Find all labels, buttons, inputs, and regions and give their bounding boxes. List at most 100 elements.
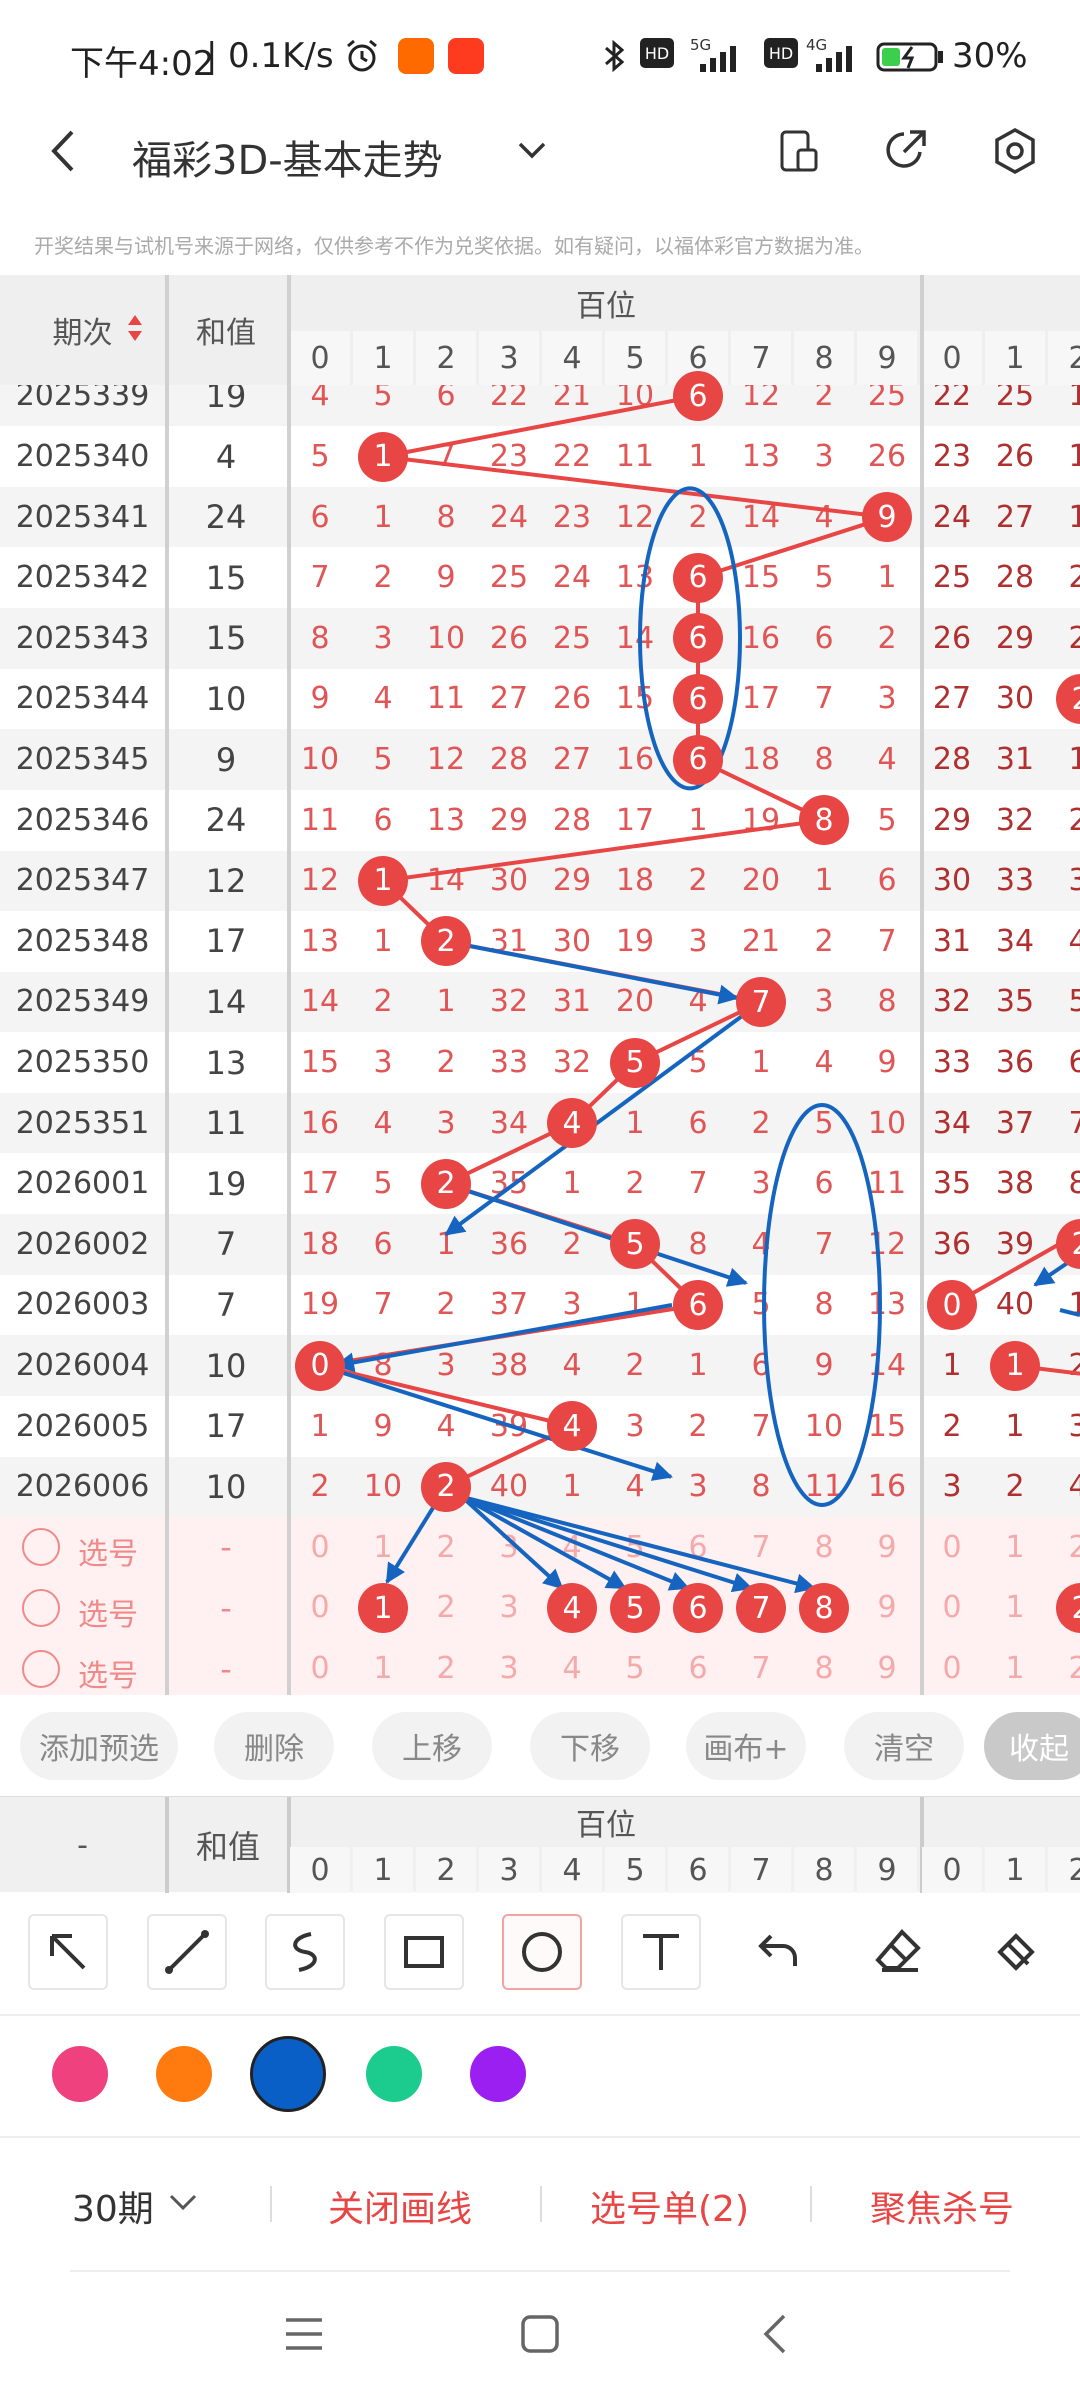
period-chevron-icon[interactable] <box>166 2190 200 2214</box>
sticky-sum-header: 和值 <box>195 1828 260 1866</box>
hit-ball: 6 <box>673 734 723 785</box>
color-swatch[interactable] <box>250 2036 326 2112</box>
menu-icon[interactable] <box>282 2314 326 2354</box>
next-hit-ball: 0 <box>927 1280 977 1330</box>
sticky-digit-header: 1 <box>353 1847 413 1893</box>
trend-line <box>382 818 825 883</box>
mi-app-icon <box>398 38 434 74</box>
hit-ball: 6 <box>673 552 723 603</box>
pick-list-button[interactable]: 选号单(2) <box>590 2180 749 2232</box>
next-hit-ball: 1 <box>990 1340 1040 1391</box>
hit-ball: 4 <box>547 1401 597 1452</box>
line-tool-button[interactable] <box>146 1914 227 1990</box>
drawing-overlay <box>319 394 1080 1594</box>
sticky-digit-header: 8 <box>794 1847 854 1893</box>
undo-button[interactable] <box>739 1914 819 1990</box>
picked-ball[interactable]: 8 <box>799 1583 849 1633</box>
arrow-tool-button[interactable] <box>28 1914 108 1990</box>
sticky-next-digit-header: 1 <box>985 1847 1045 1893</box>
eraser-button[interactable] <box>857 1914 938 1990</box>
sticky-digit-header: 2 <box>416 1847 476 1893</box>
settings-icon[interactable] <box>990 126 1040 176</box>
line-tool-icon <box>164 1930 209 1974</box>
text-tool-icon <box>642 1934 679 1970</box>
sticky-digit-header: 4 <box>542 1847 602 1893</box>
hd-badge: HD <box>640 38 674 68</box>
trend-line <box>382 394 699 459</box>
rectangle-tool-icon <box>403 1936 444 1968</box>
highlight-ellipse <box>762 1103 882 1507</box>
hit-ball: 1 <box>358 431 408 482</box>
sticky-table-header: - 和值 百位 0123456789012 <box>0 1796 1080 1893</box>
color-swatch[interactable] <box>156 2046 212 2102</box>
color-swatch[interactable] <box>470 2046 526 2102</box>
hit-ball: 5 <box>610 1037 660 1088</box>
sticky-digit-header: 9 <box>857 1847 917 1893</box>
taobao-app-icon <box>448 38 484 74</box>
move-down-button[interactable]: 下移 <box>530 1712 650 1780</box>
undo-icon <box>758 1934 797 1966</box>
home-icon[interactable] <box>518 2312 562 2356</box>
hit-ball: 1 <box>358 855 408 906</box>
device-icon[interactable] <box>776 128 822 174</box>
drawn-arrow <box>445 939 739 1005</box>
hit-ball: 6 <box>673 371 723 421</box>
move-up-button[interactable]: 上移 <box>372 1712 492 1780</box>
period-selector[interactable]: 30期 <box>72 2180 154 2232</box>
dropdown-chevron-icon[interactable] <box>514 136 550 166</box>
status-bar: 下午4:02 | 0.1K/s HD 5G HD 4G 30% <box>0 0 1080 118</box>
picked-ball[interactable]: 4 <box>547 1583 597 1633</box>
status-time: 下午4:02 <box>70 44 215 84</box>
trend-line <box>382 454 888 520</box>
rectangle-tool-button[interactable] <box>383 1914 464 1990</box>
freehand-tool-button[interactable] <box>265 1914 345 1990</box>
sticky-digit-header: 5 <box>605 1847 665 1893</box>
drawn-arrow <box>461 1494 690 1591</box>
ellipse-tool-button[interactable] <box>502 1914 582 1990</box>
clear-button[interactable]: 清空 <box>844 1712 964 1780</box>
sticky-next-digit-header: 2 <box>1048 1847 1080 1893</box>
back-icon[interactable] <box>44 126 84 176</box>
status-speed: 0.1K/s <box>228 36 334 76</box>
signal-icon <box>700 46 736 72</box>
hit-ball: 9 <box>862 492 912 543</box>
picked-ball[interactable]: 7 <box>736 1583 786 1633</box>
sticky-dash: - <box>77 1827 88 1863</box>
picked-ball[interactable]: 1 <box>358 1583 408 1633</box>
hit-ball: 2 <box>421 1158 471 1209</box>
trend-table: 2025339 19 4 5 6 22 21 10 12 2 25 22 25 1 2025340 4 5 7 23… <box>0 275 1080 1695</box>
hd-badge-2: HD <box>764 38 798 68</box>
hit-ball: 6 <box>673 674 723 724</box>
delete-button[interactable]: 删除 <box>214 1712 334 1780</box>
eraser-icon <box>874 1929 921 1972</box>
hit-ball: 8 <box>799 795 849 846</box>
share-icon[interactable] <box>880 126 930 176</box>
color-swatch[interactable] <box>366 2046 422 2102</box>
page-title[interactable]: 福彩3D-基本走势 <box>132 128 443 186</box>
signal-icon-2 <box>816 46 852 72</box>
sticky-digit-header: 6 <box>668 1847 728 1893</box>
clear-all-icon <box>997 1933 1035 1971</box>
battery-icon <box>876 42 943 72</box>
canvas-plus-button[interactable]: 画布+ <box>686 1712 806 1780</box>
close-lines-button[interactable]: 关闭画线 <box>328 2180 472 2232</box>
sticky-digit-header: 7 <box>731 1847 791 1893</box>
hit-ball: 2 <box>421 1461 471 1512</box>
disclaimer-text: 开奖结果与试机号来源于网络，仅供参考不作为兑奖依据。如有疑问，以福体彩官方数据为… <box>34 234 874 258</box>
clear-all-button[interactable] <box>976 1914 1056 1990</box>
text-tool-button[interactable] <box>620 1914 701 1990</box>
add-preselect-button[interactable]: 添加预选 <box>20 1712 178 1780</box>
focus-kill-button[interactable]: 聚焦杀号 <box>870 2180 1014 2232</box>
color-swatch[interactable] <box>52 2046 108 2102</box>
picked-ball[interactable]: 5 <box>610 1583 660 1633</box>
drawn-arrow <box>334 1303 673 1373</box>
drawn-arrow <box>1059 1308 1080 1317</box>
collapse-button[interactable]: 收起 <box>984 1712 1080 1780</box>
sticky-digit-header: 3 <box>479 1847 539 1893</box>
drawn-arrow <box>461 1494 753 1593</box>
picked-ball[interactable]: 6 <box>673 1583 723 1633</box>
ellipse-tool-icon <box>522 1932 562 1972</box>
hit-ball: 6 <box>673 1280 723 1330</box>
back-nav-icon[interactable] <box>760 2312 790 2356</box>
sticky-hundreds-header: 百位 <box>576 1808 636 1843</box>
